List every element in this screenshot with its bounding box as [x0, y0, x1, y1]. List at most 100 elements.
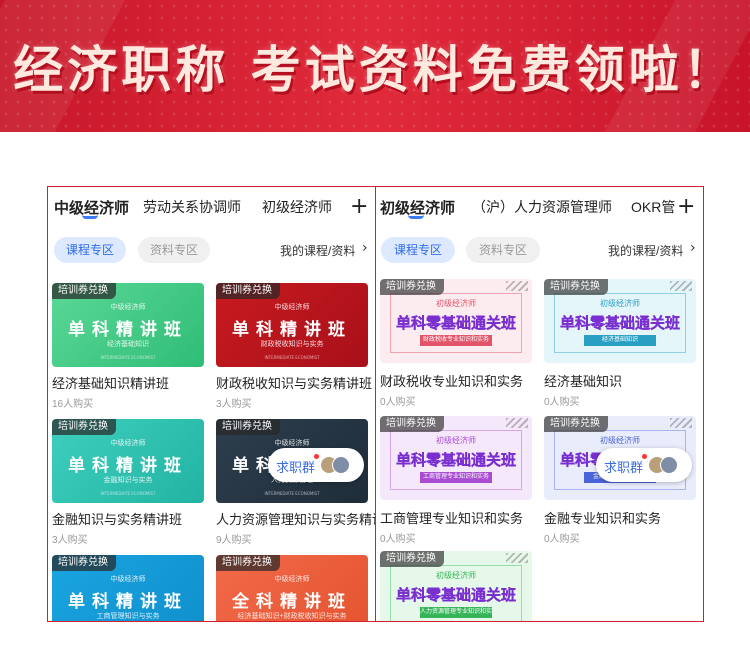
card-headline: 单科精讲班 [232, 320, 352, 340]
voucher-tag: 培训券兑换 [52, 555, 116, 571]
category-tabs: 初级经济师 （沪）人力资源管理师 OKR管 + [376, 195, 703, 225]
avatar [332, 456, 350, 474]
left-app-screenshot: 中级经济师 劳动关系协调师 初级经济师 + 课程专区 资料专区 我的课程/资料 … [47, 186, 376, 622]
category-tabs: 中级经济师 劳动关系协调师 初级经济师 + [48, 195, 375, 225]
course-title[interactable]: 财政税收专业知识和实务 [380, 371, 523, 390]
tab-okr[interactable]: OKR管 [631, 197, 675, 217]
card-subject: 经济基础知识 [584, 335, 656, 346]
card-subject: 金融知识与实务 [103, 477, 153, 484]
card-subject: 财政税收知识与实务 [260, 341, 324, 348]
purchase-count: 0人购买 [380, 397, 416, 408]
job-group-float-button[interactable]: 求职群 [268, 448, 364, 482]
card-category: 初级经济师 [436, 571, 476, 580]
card-category: 中级经济师 [110, 440, 146, 447]
card-category: 中级经济师 [274, 576, 310, 583]
voucher-tag: 培训券兑换 [52, 283, 116, 299]
voucher-tag: 培训券兑换 [544, 279, 608, 295]
course-title[interactable]: 工商管理专业知识和实务 [380, 508, 523, 527]
course-title[interactable]: 金融知识与实务精讲班 [52, 509, 182, 528]
job-group-float-button[interactable]: 求职群 [596, 448, 692, 482]
tab-active-indicator [82, 215, 98, 219]
card-headline: 单科零基础通关班 [395, 314, 516, 332]
material-zone-pill[interactable]: 资料专区 [466, 237, 540, 263]
course-card[interactable]: 培训券兑换初级经济师单科零基础通关班工商管理专业知识和实务 [380, 416, 532, 500]
card-headline: 单科零基础通关班 [395, 451, 516, 469]
avatar [660, 456, 678, 474]
material-zone-pill[interactable]: 资料专区 [138, 237, 210, 263]
voucher-tag: 培训券兑换 [216, 555, 280, 571]
chevron-right-icon[interactable]: › [690, 240, 696, 256]
course-zone-pill[interactable]: 课程专区 [381, 237, 455, 263]
stripe-decor [506, 418, 528, 428]
purchase-count: 3人购买 [216, 399, 252, 410]
card-category: 中级经济师 [110, 576, 146, 583]
course-card[interactable]: 培训券兑换 中级经济师 单科精讲班 工商管理知识与实务 [52, 555, 204, 621]
card-subject: 财政税收专业知识和实务 [420, 335, 492, 346]
card-category: 中级经济师 [274, 440, 310, 447]
voucher-tag: 培训券兑换 [216, 419, 280, 435]
purchase-count: 3人购买 [52, 535, 88, 546]
card-category: 中级经济师 [110, 304, 146, 311]
promo-banner: 经济职称 考试资料免费领啦！ [0, 0, 750, 132]
card-subject: 工商管理专业知识和实务 [420, 472, 492, 483]
chevron-right-icon[interactable]: › [362, 240, 368, 256]
card-footnote: INTERMEDIATE ECONOMIST [264, 491, 320, 496]
notification-dot [314, 454, 319, 459]
job-group-label: 求职群 [604, 460, 644, 475]
card-category: 中级经济师 [274, 304, 310, 311]
purchase-count: 0人购买 [544, 534, 580, 545]
voucher-tag: 培训券兑换 [380, 551, 444, 567]
course-card[interactable]: 培训券兑换 中级经济师 单科精讲班 金融知识与实务 INTERMEDIATE ECONO… [52, 419, 204, 503]
tab-hr-manager-shanghai[interactable]: （沪）人力资源管理师 [472, 197, 612, 217]
card-footnote: INTERMEDIATE ECONOMIST [100, 491, 156, 496]
tab-labor-relations[interactable]: 劳动关系协调师 [143, 197, 241, 217]
card-headline: 单科零基础通关班 [395, 586, 516, 604]
card-headline: 全科精讲班 [232, 592, 352, 612]
my-courses-link[interactable]: 我的课程/资料 [280, 242, 355, 259]
card-headline: 单科零基础通关班 [559, 314, 680, 332]
course-title[interactable]: 人力资源管理知识与实务精讲班 [216, 509, 375, 528]
stripe-decor [506, 281, 528, 291]
card-subject: 经济基础知识+财政税收知识与实务 [237, 613, 347, 620]
stripe-decor [670, 281, 692, 291]
course-card[interactable]: 培训券兑换初级经济师单科零基础通关班经济基础知识 [544, 279, 696, 363]
voucher-tag: 培训券兑换 [380, 279, 444, 295]
voucher-tag: 培训券兑换 [380, 416, 444, 432]
card-subject: 人力资源管理专业知识和实务 [420, 607, 492, 621]
purchase-count: 0人购买 [544, 397, 580, 408]
purchase-count: 9人购买 [216, 535, 252, 546]
course-title[interactable]: 经济基础知识精讲班 [52, 373, 169, 392]
tab-active-indicator [408, 215, 424, 219]
course-card[interactable]: 培训券兑换 中级经济师 单科精讲班 经济基础知识 INTERMEDIATE ECONOM… [52, 283, 204, 367]
course-zone-pill[interactable]: 课程专区 [54, 237, 126, 263]
card-category: 初级经济师 [436, 436, 476, 445]
card-headline: 单科精讲班 [68, 592, 188, 612]
tab-junior-economist[interactable]: 初级经济师 [262, 197, 332, 217]
stripe-decor [670, 418, 692, 428]
card-footnote: INTERMEDIATE ECONOMIST [100, 355, 156, 360]
notification-dot [642, 454, 647, 459]
card-category: 初级经济师 [436, 299, 476, 308]
plus-icon[interactable]: + [677, 196, 695, 218]
voucher-tag: 培训券兑换 [544, 416, 608, 432]
banner-title: 经济职称 考试资料免费领啦！ [13, 41, 737, 99]
course-title[interactable]: 财政税收知识与实务精讲班 [216, 373, 372, 392]
course-title[interactable]: 经济基础知识 [544, 371, 622, 390]
right-app-screenshot: 初级经济师 （沪）人力资源管理师 OKR管 + 课程专区 资料专区 我的课程/资… [375, 186, 704, 622]
course-card[interactable]: 培训券兑换中级经济师单科精讲班 财政税收知识与实务 INTERMEDIATE ECO… [216, 283, 368, 367]
course-card[interactable]: 培训券兑换中级经济师全科精讲班 经济基础知识+财政税收知识与实务 [216, 555, 368, 621]
card-category: 初级经济师 [600, 299, 640, 308]
course-title[interactable]: 金融专业知识和实务 [544, 508, 661, 527]
stripe-decor [506, 553, 528, 563]
my-courses-link[interactable]: 我的课程/资料 [608, 242, 683, 259]
card-headline: 单科精讲班 [68, 456, 188, 476]
plus-icon[interactable]: + [350, 196, 368, 218]
card-footnote: INTERMEDIATE ECONOMIST [264, 355, 320, 360]
course-card[interactable]: 培训券兑换初级经济师单科零基础通关班财政税收专业知识和实务 [380, 279, 532, 363]
course-card[interactable]: 培训券兑换初级经济师单科零基础通关班人力资源管理专业知识和实务 [380, 551, 532, 621]
card-category: 初级经济师 [600, 436, 640, 445]
purchase-count: 0人购买 [380, 534, 416, 545]
card-headline: 单科精讲班 [68, 320, 188, 340]
job-group-label: 求职群 [276, 460, 316, 475]
voucher-tag: 培训券兑换 [216, 283, 280, 299]
